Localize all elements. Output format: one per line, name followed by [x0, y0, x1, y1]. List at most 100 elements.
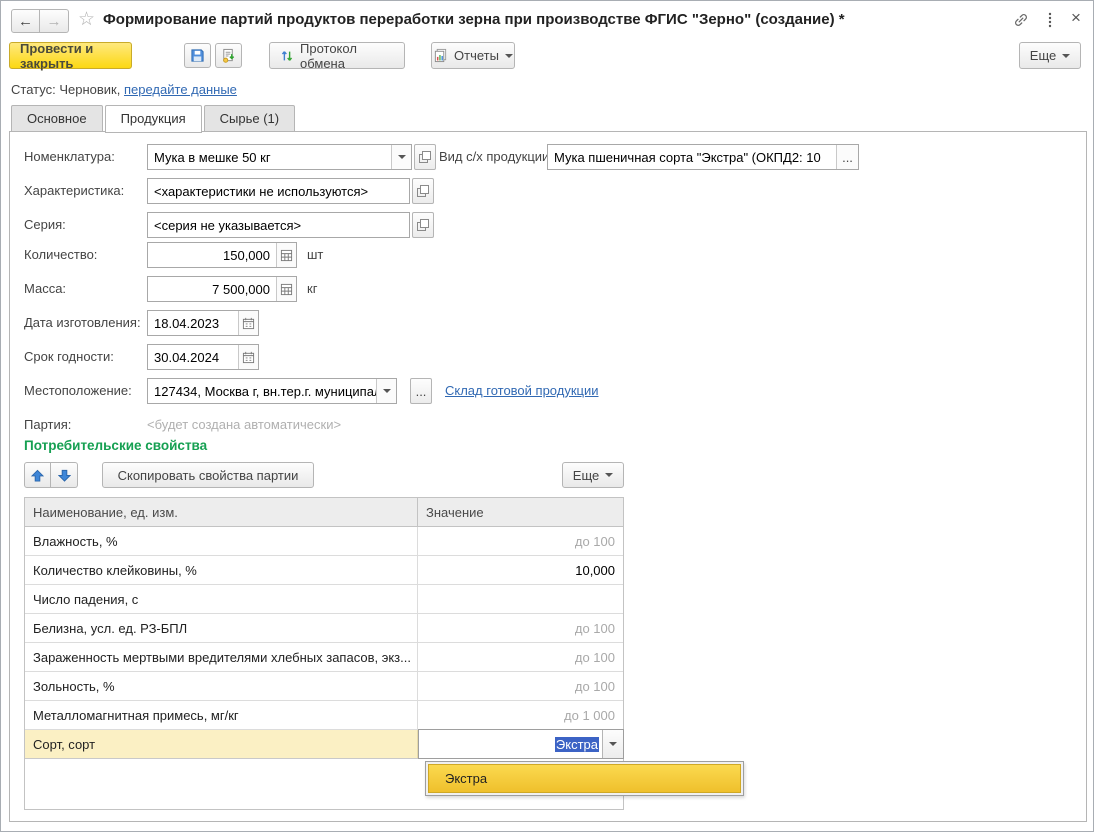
chevron-down-icon — [605, 473, 613, 481]
table-row[interactable]: Число падения, с — [25, 585, 623, 614]
sort-dropdown-button[interactable] — [602, 730, 623, 758]
product-kind-field[interactable]: Мука пшеничная сорта "Экстра" (ОКПД2: 10… — [547, 144, 859, 170]
table-row[interactable]: Белизна, усл. ед. РЗ-БПЛ до 100 — [25, 614, 623, 643]
location-value: 127434, Москва г, вн.тер.г. муниципальны — [148, 379, 376, 403]
batch-placeholder: <будет создана автоматически> — [147, 412, 341, 438]
location-field[interactable]: 127434, Москва г, вн.тер.г. муниципальны — [147, 378, 397, 404]
move-up-button[interactable] — [24, 462, 51, 488]
more-button-properties[interactable]: Еще — [562, 462, 624, 488]
exchange-arrows-icon — [280, 49, 294, 63]
tab-content-panel: Номенклатура: Мука в мешке 50 кг Вид с/х… — [9, 131, 1087, 822]
dropdown-item-selected[interactable]: Экстра — [428, 764, 741, 793]
post-document-button[interactable] — [215, 43, 242, 68]
calendar-icon — [242, 317, 255, 330]
mass-label: Масса: — [24, 276, 66, 302]
property-name: Количество клейковины, % — [25, 556, 418, 584]
warehouse-link[interactable]: Склад готовой продукции — [445, 383, 599, 398]
status-line: Статус: Черновик, передайте данные — [11, 82, 237, 97]
more-button-top[interactable]: Еще — [1019, 42, 1081, 69]
copy-link-button[interactable] — [1013, 12, 1029, 28]
chevron-down-icon — [398, 155, 406, 163]
expiry-date-value: 30.04.2024 — [148, 345, 238, 369]
back-button[interactable]: ← — [11, 9, 40, 33]
table-row[interactable]: Количество клейковины, % 10,000 — [25, 556, 623, 585]
status-value: Черновик, — [59, 82, 120, 97]
property-value: до 1 000 — [418, 701, 623, 729]
property-name: Сорт, сорт — [25, 730, 418, 758]
table-row[interactable]: Зараженность мертвыми вредителями хлебны… — [25, 643, 623, 672]
expiry-date-field[interactable]: 30.04.2024 — [147, 344, 259, 370]
post-document-icon — [221, 48, 236, 63]
property-value — [418, 585, 623, 613]
column-header-name[interactable]: Наименование, ед. изм. — [25, 498, 418, 526]
save-button[interactable] — [184, 43, 211, 68]
property-value: до 100 — [418, 643, 623, 671]
chevron-down-icon — [505, 54, 513, 62]
location-dropdown-button[interactable] — [376, 379, 396, 403]
mass-field[interactable]: 7 500,000 — [147, 276, 297, 302]
product-kind-label: Вид с/х продукции: — [439, 144, 553, 170]
exchange-protocol-label: Протокол обмена — [300, 41, 394, 71]
exchange-protocol-button[interactable]: Протокол обмена — [269, 42, 405, 69]
characteristic-open-button[interactable] — [412, 178, 434, 204]
chevron-down-icon — [1062, 54, 1070, 62]
production-date-calendar-button[interactable] — [238, 311, 258, 335]
series-open-button[interactable] — [412, 212, 434, 238]
expiry-date-label: Срок годности: — [24, 344, 114, 370]
send-data-link[interactable]: передайте данные — [124, 82, 237, 97]
tab-raw-materials[interactable]: Сырье (1) — [204, 105, 295, 132]
table-row[interactable]: Влажность, % до 100 — [25, 527, 623, 556]
property-name: Влажность, % — [25, 527, 418, 555]
nomenclature-value: Мука в мешке 50 кг — [148, 145, 391, 169]
product-kind-value: Мука пшеничная сорта "Экстра" (ОКПД2: 10 — [548, 145, 836, 169]
property-value: 10,000 — [418, 556, 623, 584]
reports-button[interactable]: Отчеты — [431, 42, 515, 69]
open-form-icon — [417, 219, 429, 231]
mass-calculator-button[interactable] — [276, 277, 296, 301]
ellipsis-icon: ... — [842, 150, 853, 165]
post-and-close-button[interactable]: Провести и закрыть — [9, 42, 132, 69]
location-label: Местоположение: — [24, 378, 132, 404]
quantity-calculator-button[interactable] — [276, 243, 296, 267]
expiry-date-calendar-button[interactable] — [238, 345, 258, 369]
chain-link-icon — [1013, 12, 1029, 28]
chevron-down-icon — [609, 742, 617, 750]
nomenclature-dropdown-button[interactable] — [391, 145, 411, 169]
floppy-disk-icon — [190, 48, 205, 63]
tab-products[interactable]: Продукция — [105, 105, 202, 133]
window-more-button[interactable] — [1042, 12, 1058, 28]
production-date-field[interactable]: 18.04.2023 — [147, 310, 259, 336]
quantity-value: 150,000 — [148, 243, 276, 267]
property-name: Металломагнитная примесь, мг/кг — [25, 701, 418, 729]
quantity-unit: шт — [307, 242, 323, 268]
product-kind-select-button[interactable]: ... — [836, 145, 858, 169]
table-header-row: Наименование, ед. изм. Значение — [25, 498, 623, 527]
close-button[interactable]: × — [1065, 7, 1087, 29]
nomenclature-label: Номенклатура: — [24, 144, 115, 170]
nomenclature-field[interactable]: Мука в мешке 50 кг — [147, 144, 412, 170]
quantity-field[interactable]: 150,000 — [147, 242, 297, 268]
app-window: ← → ☆ Формирование партий продуктов пере… — [0, 0, 1094, 832]
location-select-button[interactable]: ... — [410, 378, 432, 404]
property-name: Белизна, усл. ед. РЗ-БПЛ — [25, 614, 418, 642]
nav-group: ← → — [11, 9, 69, 33]
forward-button[interactable]: → — [40, 9, 69, 33]
move-down-button[interactable] — [51, 462, 78, 488]
favorite-star-icon[interactable]: ☆ — [78, 8, 95, 31]
copy-batch-properties-button[interactable]: Скопировать свойства партии — [102, 462, 314, 488]
tab-main[interactable]: Основное — [11, 105, 103, 132]
table-row-active[interactable]: Сорт, сорт Экстра — [25, 730, 623, 759]
column-header-value[interactable]: Значение — [418, 498, 623, 526]
calculator-icon — [280, 283, 293, 296]
status-label: Статус: — [11, 82, 56, 97]
post-and-close-label: Провести и закрыть — [20, 41, 121, 71]
series-field[interactable]: <серия не указывается> — [147, 212, 410, 238]
table-row[interactable]: Зольность, % до 100 — [25, 672, 623, 701]
table-row[interactable]: Металломагнитная примесь, мг/кг до 1 000 — [25, 701, 623, 730]
sort-value-editor[interactable]: Экстра — [418, 729, 624, 759]
nomenclature-open-button[interactable] — [414, 144, 436, 170]
calendar-icon — [242, 351, 255, 364]
mass-value: 7 500,000 — [148, 277, 276, 301]
characteristic-field[interactable]: <характеристики не используются> — [147, 178, 410, 204]
characteristic-label: Характеристика: — [24, 178, 124, 204]
